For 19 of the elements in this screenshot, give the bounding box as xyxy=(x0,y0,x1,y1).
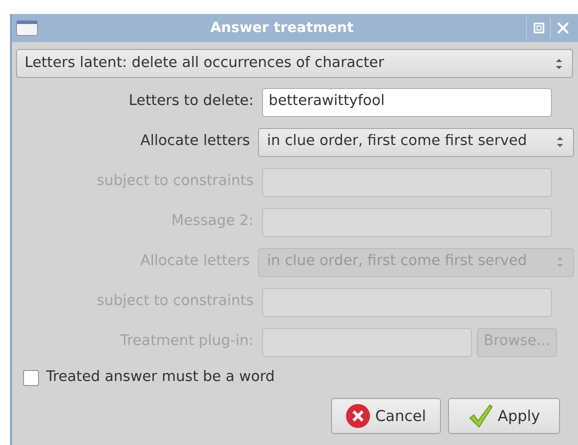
treatment-dropdown[interactable]: Letters latent: delete all occurrences of character xyxy=(16,49,574,78)
close-icon xyxy=(556,22,568,34)
checkbox-label: Treated answer must be a word xyxy=(46,368,275,388)
plugin-field[interactable] xyxy=(262,328,472,357)
cancel-icon xyxy=(345,402,372,429)
text-field[interactable] xyxy=(262,208,552,237)
checkmark-icon xyxy=(468,402,494,429)
window-title: Answer treatment xyxy=(209,18,355,38)
text-field[interactable] xyxy=(262,168,552,197)
text-field[interactable]: betterawittyfool xyxy=(262,88,552,117)
maximize-icon xyxy=(532,22,544,34)
allocate-dropdown[interactable]: in clue order, first come first served xyxy=(258,128,574,157)
window-icon xyxy=(16,20,38,36)
apply-button[interactable]: Apply xyxy=(448,398,560,434)
field-label: Allocate letters xyxy=(139,132,250,152)
text-field[interactable] xyxy=(262,288,552,317)
cancel-button[interactable]: Cancel xyxy=(330,398,441,434)
checkbox[interactable] xyxy=(22,370,39,386)
field-label: Letters to delete: xyxy=(128,92,254,112)
